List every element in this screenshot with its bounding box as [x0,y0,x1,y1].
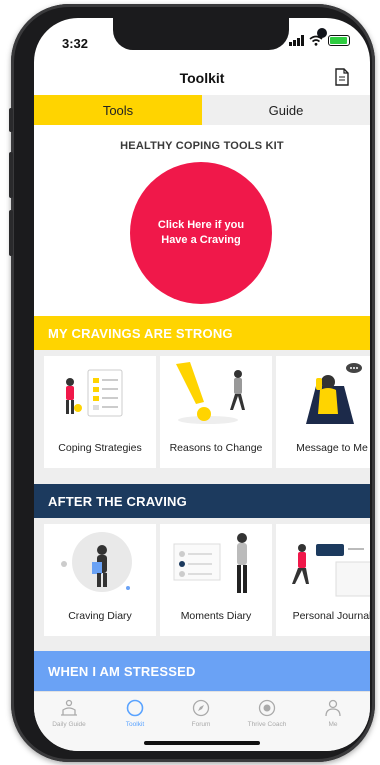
tab-label: Me [328,721,338,728]
moments-illustration [173,533,247,593]
card-message-to-me[interactable]: Message to Me [276,356,370,468]
section-header-after-craving: AFTER THE CRAVING [34,484,370,518]
tab-thrive-coach[interactable]: Thrive Coach [234,698,300,728]
tab-tools[interactable]: Tools [34,95,202,125]
card-personal-journal[interactable]: Personal Journal [276,524,370,636]
tab-guide[interactable]: Guide [202,95,370,125]
tab-label: Forum [191,721,211,728]
exclamation-illustration [176,362,245,424]
card-reasons-to-change[interactable]: Reasons to Change [160,356,272,468]
card-label: Craving Diary [68,610,132,622]
page-title: Toolkit [179,70,225,86]
tab-label: Daily Guide [52,721,86,728]
tab-forum[interactable]: Forum [168,698,234,728]
card-moments-diary[interactable]: Moments Diary [160,524,272,636]
segmented-tabs: Tools Guide [34,95,370,125]
card-label: Moments Diary [180,610,252,622]
status-indicators [289,35,350,46]
chat-icon [258,699,276,717]
silent-switch [9,108,13,132]
section-header-stressed: WHEN I AM STRESSED [34,651,370,691]
status-time: 3:32 [62,36,89,51]
card-label: Reasons to Change [169,442,263,454]
checklist-illustration [66,369,123,417]
after-craving-row: Craving Diary Moments Diary Personal Jou… [34,518,370,654]
journal-illustration [292,544,370,597]
battery-icon [328,35,350,46]
card-label: Message to Me [296,442,368,454]
guide-icon [61,699,77,716]
craving-button[interactable]: Click Here if you Have a Craving [130,162,272,304]
cravings-strong-row: Coping Strategies Reasons to Change Mess… [34,350,370,486]
notch [113,18,327,50]
card-label: Personal Journal [292,610,370,622]
tab-toolkit[interactable]: Toolkit [102,698,168,728]
diary-illustration [61,532,132,592]
message-illustration [306,363,362,424]
document-icon[interactable] [334,68,350,86]
circle-icon [126,699,144,717]
card-craving-diary[interactable]: Craving Diary [44,524,156,636]
tab-daily-guide[interactable]: Daily Guide [36,698,102,728]
card-label: Coping Strategies [58,442,142,454]
compass-icon [192,699,210,717]
tab-label: Toolkit [125,721,145,728]
person-icon [325,699,341,717]
home-indicator[interactable] [144,741,260,745]
wifi-icon [309,35,323,46]
tab-me[interactable]: Me [300,698,366,728]
kit-title: HEALTHY COPING TOOLS KIT [120,140,284,152]
signal-icon [289,35,304,46]
tab-label: Thrive Coach [247,721,287,728]
app-screen: 3:32 Toolkit Tools Guide HEALTHY COPING … [34,18,370,751]
volume-down-button [9,210,13,256]
section-header-cravings-strong: MY CRAVINGS ARE STRONG [34,316,370,350]
volume-up-button [9,152,13,198]
card-coping-strategies[interactable]: Coping Strategies [44,356,156,468]
